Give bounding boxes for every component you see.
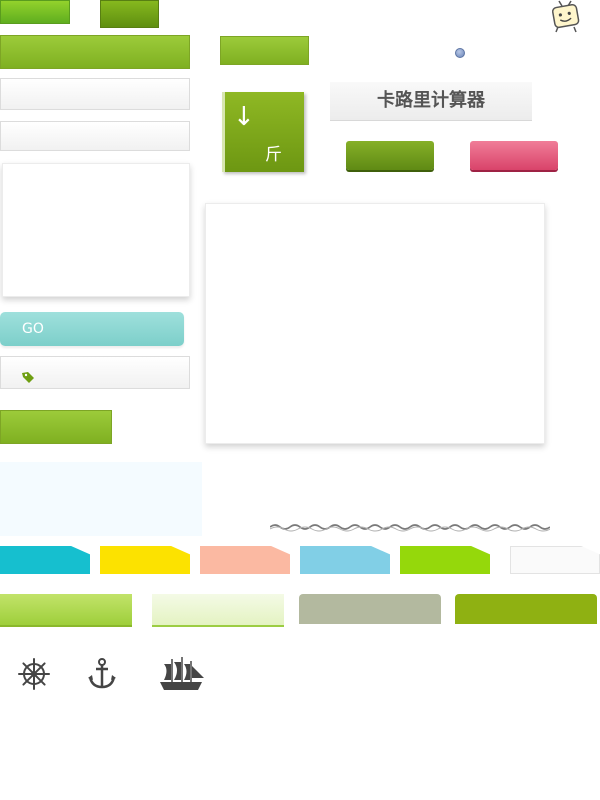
tag-salmon[interactable] <box>200 546 290 574</box>
tab-olive-green[interactable] <box>455 594 597 624</box>
tag-yellow[interactable] <box>100 546 190 574</box>
tag-skyblue[interactable] <box>300 546 390 574</box>
go-button-label: GO <box>22 321 44 337</box>
input-field-2[interactable] <box>0 121 190 151</box>
confirm-button[interactable] <box>346 141 434 170</box>
dark-green-button-small[interactable] <box>100 0 159 28</box>
tab-pale-green[interactable] <box>152 594 284 627</box>
tv-mascot-icon <box>548 0 584 34</box>
tag-lime[interactable] <box>400 546 490 574</box>
green-submit-button[interactable] <box>0 410 112 444</box>
reset-button[interactable] <box>470 141 558 170</box>
input-field-1[interactable] <box>0 78 190 110</box>
down-arrow-icon: ↓ <box>233 102 255 132</box>
price-tag-icon <box>21 368 35 383</box>
green-button-small[interactable] <box>0 0 70 24</box>
tab-gray-olive[interactable] <box>299 594 441 624</box>
green-header-bar[interactable] <box>0 35 190 69</box>
tag-input-field[interactable] <box>0 356 190 389</box>
green-button-medium[interactable] <box>220 36 309 65</box>
white-panel-large <box>205 203 545 444</box>
light-blue-panel <box>0 462 202 536</box>
unit-label: 斤 <box>265 145 282 165</box>
calculator-title: 卡路里计算器 <box>330 82 532 121</box>
sailing-ship-icon <box>158 656 206 692</box>
white-panel-small <box>2 163 190 297</box>
wavy-divider <box>269 518 551 532</box>
ship-wheel-icon <box>18 658 50 690</box>
anchor-icon <box>87 658 117 690</box>
go-button[interactable]: GO <box>0 312 184 346</box>
unit-toggle-button[interactable]: ↓ 斤 <box>222 92 304 172</box>
tag-teal[interactable] <box>0 546 90 574</box>
tab-green-light[interactable] <box>0 594 132 627</box>
small-dot-icon[interactable] <box>455 48 465 58</box>
tag-light[interactable] <box>510 546 600 574</box>
